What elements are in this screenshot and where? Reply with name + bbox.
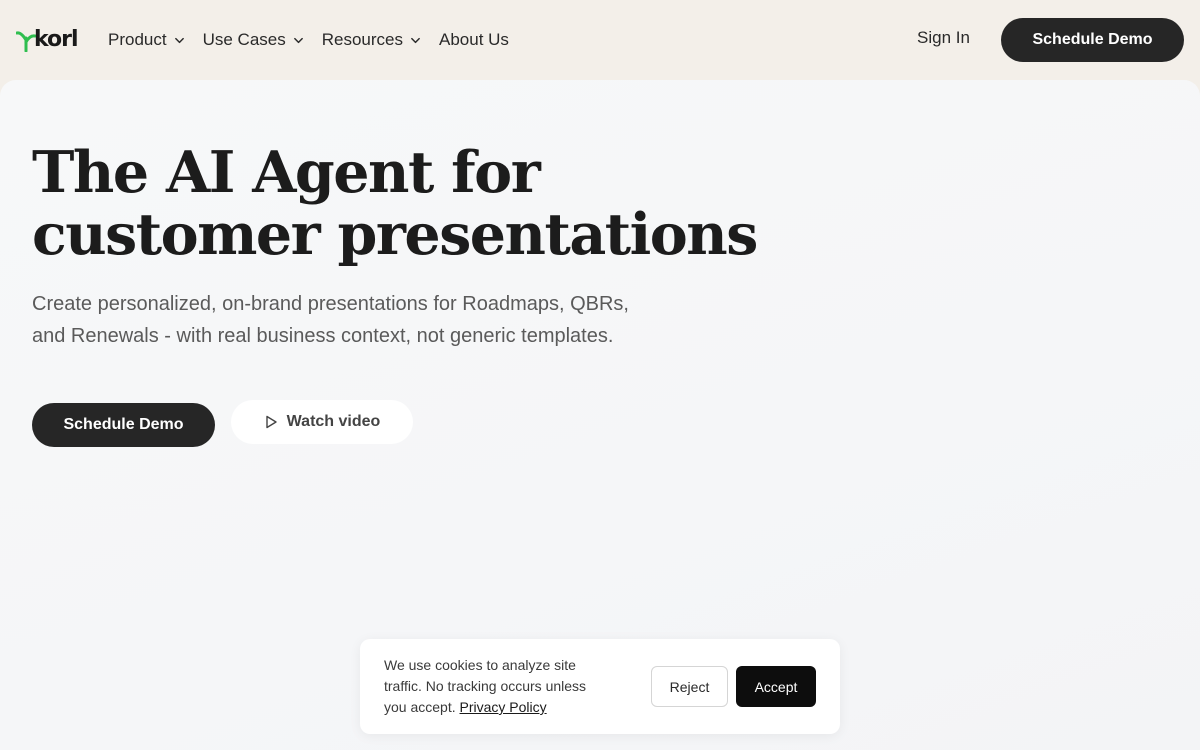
nav-item-product[interactable]: Product: [108, 30, 185, 50]
accept-cookies-button[interactable]: Accept: [736, 666, 816, 707]
main-nav: Product Use Cases Resources About Us: [108, 28, 527, 52]
nav-item-resources[interactable]: Resources: [322, 30, 421, 50]
nav-item-label: Resources: [321, 30, 403, 49]
cookie-message-line3: you accept. Privacy Policy: [384, 697, 629, 718]
cookie-message-line2: traffic. No tracking occurs unless: [384, 678, 587, 694]
hero-subheadline-line2: and Renewals - with real business contex…: [32, 325, 614, 347]
nav-item-use-cases[interactable]: Use Cases: [203, 30, 304, 50]
chevron-down-icon: [293, 37, 303, 43]
sign-in-link[interactable]: Sign In: [917, 28, 970, 48]
watch-video-button[interactable]: Watch video: [231, 400, 413, 444]
cookie-message: We use cookies to analyze site traffic. …: [384, 655, 629, 718]
logo-wordmark: korl: [34, 27, 79, 52]
cookie-message-line1: We use cookies to analyze site: [384, 657, 576, 673]
hero-headline-line1: The AI Agent for: [32, 139, 541, 206]
nav-item-label: About Us: [439, 30, 509, 49]
play-icon: [265, 415, 277, 429]
hero-subheadline: Create personalized, on-brand presentati…: [32, 288, 732, 352]
hero-headline-line2: customer presentations: [32, 201, 758, 268]
hero-subheadline-line1: Create personalized, on-brand presentati…: [32, 293, 629, 315]
nav-item-about-us[interactable]: About Us: [439, 30, 509, 50]
cookie-banner: We use cookies to analyze site traffic. …: [360, 639, 840, 734]
privacy-policy-link[interactable]: Privacy Policy: [460, 699, 547, 715]
korl-logo[interactable]: korl: [16, 26, 79, 54]
schedule-demo-button-header[interactable]: Schedule Demo: [1001, 18, 1184, 62]
reject-cookies-button[interactable]: Reject: [651, 666, 728, 707]
sprout-icon: [16, 31, 36, 52]
nav-item-label: Use Cases: [202, 30, 286, 49]
nav-item-label: Product: [108, 30, 167, 49]
cookie-message-prefix: you accept.: [384, 699, 456, 715]
watch-video-label: Watch video: [286, 413, 381, 430]
chevron-down-icon: [411, 37, 420, 43]
schedule-demo-button-hero[interactable]: Schedule Demo: [32, 403, 215, 447]
chevron-down-icon: [174, 37, 184, 43]
hero-headline: The AI Agent for customer presentations: [32, 142, 792, 266]
site-header: korl Product Use Cases Resources About U…: [0, 0, 1200, 80]
